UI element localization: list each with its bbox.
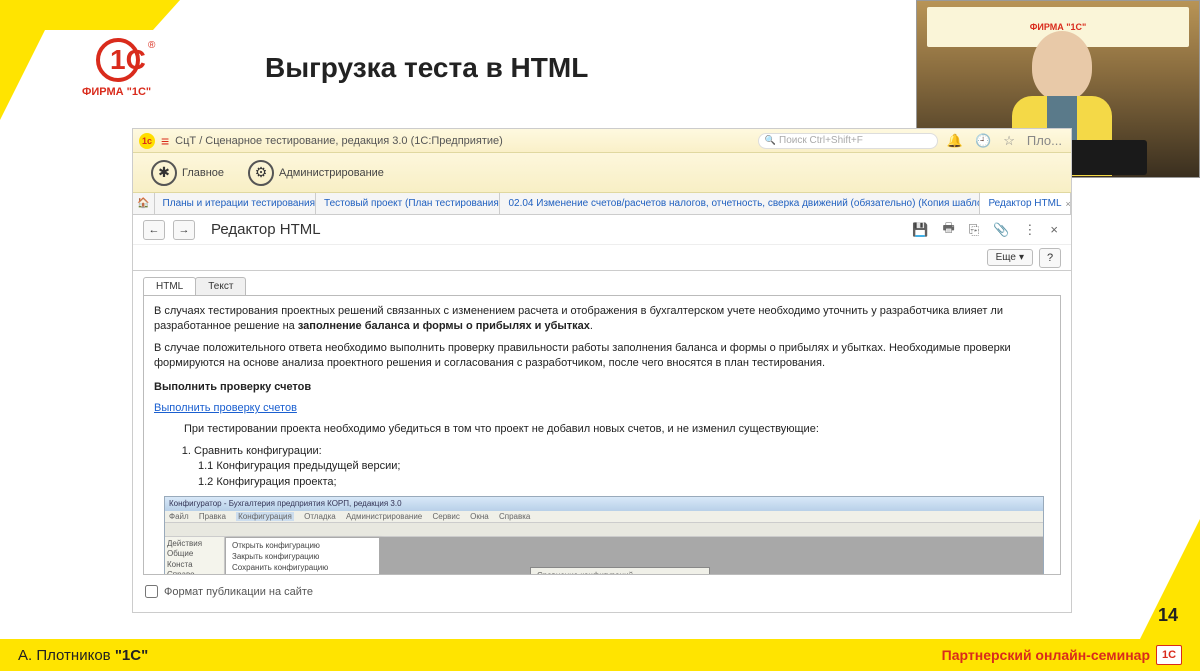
- main-section-button[interactable]: ✱ Главное: [143, 156, 232, 190]
- content-link[interactable]: Выполнить проверку счетов: [154, 402, 297, 414]
- editor-tab-text[interactable]: Текст: [195, 277, 246, 295]
- page-header: ← → Редактор HTML 💾 🖶 ⎘ 📎 ⋮ ×: [133, 215, 1071, 245]
- decoration-bar-tl: [0, 0, 180, 30]
- html-content[interactable]: В случаях тестирования проектных решений…: [143, 295, 1061, 575]
- menu-icon[interactable]: ≡: [161, 133, 169, 149]
- footer-checkbox-row: Формат публикации на сайте: [133, 581, 1071, 602]
- editor-tab-html[interactable]: HTML: [143, 277, 196, 295]
- logo-1c: 1С ® ФИРМА "1С": [62, 38, 180, 108]
- tab-plans[interactable]: Планы и итерации тестирования×: [155, 193, 317, 214]
- user-label[interactable]: Пло...: [1024, 133, 1065, 148]
- save-icon[interactable]: 💾: [909, 222, 931, 238]
- publish-format-label: Формат публикации на сайте: [164, 586, 313, 598]
- content-paragraph: В случаях тестирования проектных решений…: [154, 304, 1050, 335]
- publish-format-checkbox[interactable]: [145, 585, 158, 598]
- back-button[interactable]: ←: [143, 220, 165, 240]
- attach-icon[interactable]: 📎: [990, 222, 1012, 238]
- copy-icon[interactable]: ⎘: [966, 222, 982, 238]
- tab-test[interactable]: 02.04 Изменение счетов/расчетов налогов,…: [500, 193, 980, 214]
- slide-footer: А. Плотников "1С" Партнерский онлайн-сем…: [0, 639, 1200, 671]
- close-icon[interactable]: ×: [1066, 199, 1071, 209]
- app-titlebar: 1c ≡ СцТ / Сценарное тестирование, редак…: [133, 129, 1071, 153]
- close-panel-icon[interactable]: ×: [1047, 222, 1061, 237]
- content-paragraph: При тестировании проекта необходимо убед…: [184, 422, 1050, 437]
- content-list: Сравнить конфигурации: 1.1 Конфигурация …: [194, 444, 1050, 490]
- forward-button[interactable]: →: [173, 220, 195, 240]
- app-window: 1c ≡ СцТ / Сценарное тестирование, редак…: [132, 128, 1072, 613]
- tab-html-editor[interactable]: Редактор HTML×: [980, 193, 1071, 214]
- bug-icon: ✱: [151, 160, 177, 186]
- app-toolbar: ✱ Главное ⚙ Администрирование: [133, 153, 1071, 193]
- search-input[interactable]: Поиск Ctrl+Shift+F: [758, 133, 938, 149]
- app-logo-icon: 1c: [139, 133, 155, 149]
- actions-row: Еще▾ ?: [133, 245, 1071, 271]
- help-button[interactable]: ?: [1039, 248, 1061, 268]
- history-icon[interactable]: 🕘: [972, 133, 994, 149]
- tab-project[interactable]: Тестовый проект (План тестирования)×: [316, 193, 500, 214]
- print-icon[interactable]: 🖶: [940, 219, 958, 241]
- page-title: Редактор HTML: [211, 221, 321, 238]
- content-heading: Выполнить проверку счетов: [154, 380, 1050, 395]
- footer-logo-icon: 1С: [1156, 645, 1182, 665]
- event-label: Партнерский онлайн-семинар: [942, 647, 1150, 663]
- editor-tabs: HTML Текст: [133, 271, 1071, 295]
- bell-icon[interactable]: 🔔: [944, 133, 966, 149]
- home-tab[interactable]: 🏠: [133, 193, 155, 214]
- tabs-row: 🏠 Планы и итерации тестирования× Тестовы…: [133, 193, 1071, 215]
- app-title: СцТ / Сценарное тестирование, редакция 3…: [175, 135, 503, 147]
- gear-icon: ⚙: [248, 160, 274, 186]
- star-icon[interactable]: ☆: [1000, 133, 1018, 149]
- page-number: 14: [1158, 605, 1178, 626]
- more-icon[interactable]: ⋮: [1020, 222, 1039, 238]
- author-label: А. Плотников "1С": [18, 647, 148, 664]
- more-button[interactable]: Еще▾: [987, 249, 1033, 266]
- content-paragraph: В случае положительного ответа необходим…: [154, 341, 1050, 372]
- admin-section-button[interactable]: ⚙ Администрирование: [240, 156, 392, 190]
- slide-title: Выгрузка теста в HTML: [265, 52, 588, 84]
- embedded-screenshot: Конфигуратор - Бухгалтерия предприятия К…: [164, 496, 1044, 575]
